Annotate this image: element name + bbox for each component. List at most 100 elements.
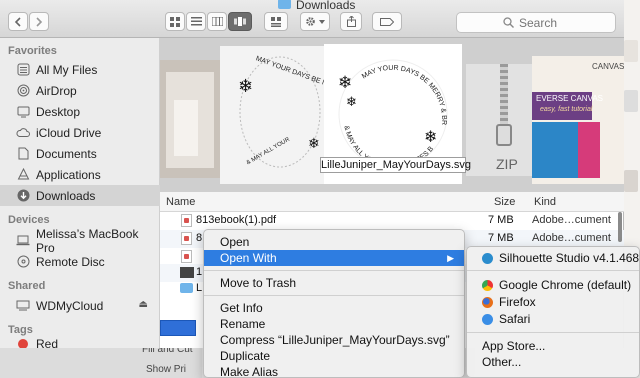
- menu-item-duplicate[interactable]: Duplicate: [204, 348, 464, 364]
- sidebar-item-label: Red: [36, 339, 59, 348]
- file-name: 813ebook(1).pdf: [196, 214, 277, 226]
- app-label: Other...: [482, 355, 522, 369]
- menu-item-open-with[interactable]: Open With ▶: [204, 250, 464, 266]
- column-header-name[interactable]: Name: [166, 196, 195, 208]
- group-icon: [270, 16, 281, 27]
- menu-item-get-info[interactable]: Get Info: [204, 300, 464, 316]
- sidebar-item-label: Documents: [36, 146, 97, 161]
- column-header-kind[interactable]: Kind: [534, 196, 556, 208]
- sidebar-section-devices: Devices: [8, 214, 50, 226]
- sidebar-item-airdrop[interactable]: AirDrop: [0, 80, 160, 101]
- tag-icon: [380, 17, 394, 26]
- forward-button[interactable]: [29, 12, 49, 31]
- menu-item-label: Open With: [220, 251, 277, 265]
- sidebar-item-wdmycloud[interactable]: WDMyCloud ⏏: [0, 295, 160, 316]
- svg-text:❄: ❄: [424, 127, 437, 146]
- menu-item-label: Duplicate: [220, 349, 271, 363]
- file-row[interactable]: 813ebook(1).pdf 7 MB Adobe…cument: [160, 212, 624, 230]
- laptop-icon: [16, 234, 30, 248]
- menu-item-move-to-trash[interactable]: Move to Trash: [204, 275, 464, 291]
- menu-item-other[interactable]: Other...: [467, 354, 639, 371]
- bg-strip: [624, 90, 638, 112]
- sidebar-item-documents[interactable]: Documents: [0, 143, 160, 164]
- server-icon: [16, 299, 30, 313]
- scrollbar-thumb[interactable]: [618, 212, 622, 242]
- file-kind: Adobe…cument: [532, 214, 611, 226]
- app-google-chrome[interactable]: Google Chrome (default): [467, 277, 639, 294]
- sidebar: Favorites All My Files AirDrop Desktop i…: [0, 38, 160, 348]
- svg-text:❄: ❄: [308, 136, 320, 152]
- canvas-subtitle: easy, fast tutorial: [540, 106, 593, 113]
- share-icon: [346, 16, 356, 27]
- column-header-size[interactable]: Size: [494, 196, 515, 208]
- file-kind: Adobe…cument: [532, 232, 611, 244]
- menu-item-app-store[interactable]: App Store...: [467, 338, 639, 355]
- svg-text:MAY YOUR DAYS BE MERRY: MAY YOUR DAYS BE MERRY: [255, 55, 328, 94]
- sidebar-item-icloud-drive[interactable]: iCloud Drive: [0, 122, 160, 143]
- cover-flow-icon: [234, 17, 246, 26]
- sidebar-item-tag-red[interactable]: Red: [0, 339, 160, 348]
- image-file-icon: [180, 267, 194, 278]
- canvas-corner-text: CANVAS: [592, 62, 624, 71]
- menu-item-compress[interactable]: Compress “LilleJuniper_MayYourDays.svg”: [204, 332, 464, 348]
- app-firefox[interactable]: Firefox: [467, 294, 639, 311]
- tag-color-dot: [16, 339, 30, 348]
- sidebar-section-favorites: Favorites: [8, 45, 57, 57]
- grid-icon: [170, 16, 180, 27]
- menu-item-open[interactable]: Open: [204, 234, 464, 250]
- desktop-icon: [16, 105, 30, 119]
- sidebar-item-label: Applications: [36, 167, 101, 182]
- file-name: 1: [196, 266, 203, 278]
- sidebar-item-desktop[interactable]: Desktop: [0, 101, 160, 122]
- preview-thumb-canvas[interactable]: EVERSE CANVAS easy, fast tutorial CANVAS: [532, 56, 624, 184]
- menu-separator: [467, 270, 639, 271]
- sidebar-item-all-my-files[interactable]: All My Files: [0, 59, 160, 80]
- file-name: L: [196, 282, 203, 294]
- menu-item-make-alias[interactable]: Make Alias: [204, 364, 464, 378]
- preview-thumb-wreath-left[interactable]: MAY YOUR DAYS BE MERRY & MAY ALL YOUR ❄ …: [220, 46, 328, 184]
- sidebar-item-downloads[interactable]: Downloads: [0, 185, 160, 206]
- app-label: Firefox: [499, 295, 536, 309]
- sidebar-item-remote-disc[interactable]: Remote Disc: [0, 251, 160, 272]
- cover-flow-view-button[interactable]: [228, 12, 252, 31]
- eject-icon[interactable]: ⏏: [139, 299, 148, 310]
- sidebar-item-applications[interactable]: Applications: [0, 164, 160, 185]
- menu-item-label: Get Info: [220, 301, 263, 315]
- edit-tags-button[interactable]: [372, 12, 402, 31]
- preview-thumb-photo[interactable]: [160, 60, 220, 178]
- cloud-icon: [16, 126, 30, 140]
- chrome-app-icon: [482, 280, 493, 291]
- menu-item-label: Open: [220, 235, 250, 249]
- back-button[interactable]: [8, 12, 28, 31]
- toolbar: Downloads: [0, 0, 624, 38]
- search-input[interactable]: [519, 15, 609, 30]
- group-button[interactable]: [264, 12, 288, 31]
- app-label: App Store...: [482, 339, 546, 353]
- airdrop-icon: [16, 84, 30, 98]
- canvas-title: EVERSE CANVAS: [536, 94, 603, 103]
- app-silhouette-studio[interactable]: Silhouette Studio v4.1.468: [467, 250, 639, 267]
- search-icon: [503, 17, 514, 28]
- disc-icon: [16, 255, 30, 269]
- sidebar-item-label: Desktop: [36, 104, 81, 119]
- window-title: Downloads: [296, 0, 356, 12]
- icon-view-button[interactable]: [165, 12, 185, 31]
- svg-text:❄: ❄: [238, 76, 253, 97]
- search-field[interactable]: [456, 12, 616, 33]
- column-view-button[interactable]: [207, 12, 227, 31]
- applications-icon: [16, 168, 30, 182]
- share-button[interactable]: [340, 12, 362, 31]
- zip-label: ZIP: [496, 156, 518, 172]
- menu-item-label: Compress “LilleJuniper_MayYourDays.svg”: [220, 333, 450, 347]
- action-button[interactable]: [300, 12, 330, 31]
- list-view-button[interactable]: [186, 12, 206, 31]
- menu-item-rename[interactable]: Rename: [204, 316, 464, 332]
- open-with-submenu: Silhouette Studio v4.1.468 Google Chrome…: [466, 246, 640, 378]
- app-safari[interactable]: Safari: [467, 311, 639, 328]
- preview-thumb-zip[interactable]: ZIP: [466, 64, 542, 176]
- svg-text:& MAY ALL YOUR: & MAY ALL YOUR: [246, 136, 292, 166]
- list-header: Name Size Kind: [160, 192, 624, 212]
- sidebar-item-macbook-pro[interactable]: Melissa’s MacBook Pro: [0, 227, 160, 255]
- sidebar-item-label: iCloud Drive: [36, 125, 102, 140]
- menu-separator: [204, 295, 464, 296]
